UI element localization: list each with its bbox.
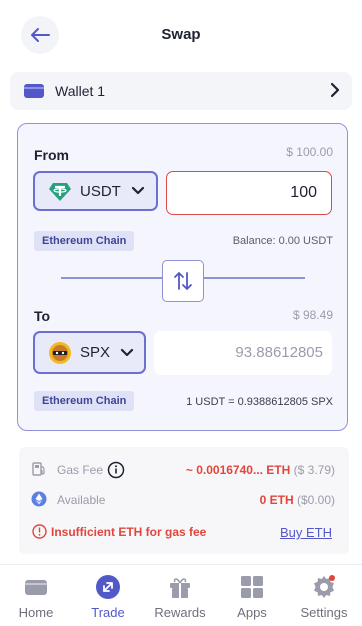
spx-token-icon	[49, 341, 71, 364]
exchange-rate: 1 USDT = 0.9388612805 SPX	[186, 396, 333, 408]
nav-settings-label: Settings	[300, 605, 348, 620]
from-balance: Balance: 0.00 USDT	[232, 235, 333, 247]
nav-home[interactable]: Home	[0, 565, 72, 626]
chevron-right-icon	[330, 82, 340, 98]
warning-text: Insufficient ETH for gas fee	[51, 525, 207, 539]
bottom-nav: Home Trade Rewards Apps Settings	[0, 564, 362, 626]
wallet-icon	[24, 84, 44, 98]
header: Swap	[0, 0, 362, 70]
info-icon[interactable]	[107, 461, 125, 479]
from-token-selector[interactable]: USDT	[33, 171, 158, 211]
alert-circle-icon	[32, 524, 47, 539]
divider-right	[204, 277, 305, 279]
fees-card: Gas Fee ~ 0.0016740... ETH ($ 3.79) Avai…	[19, 447, 349, 554]
nav-apps[interactable]: Apps	[216, 565, 288, 626]
to-token-name: SPX	[80, 344, 111, 361]
nav-trade-label: Trade	[91, 605, 125, 620]
gas-fee-row: Gas Fee ~ 0.0016740... ETH ($ 3.79)	[19, 460, 349, 480]
to-label: To	[34, 308, 51, 324]
chevron-down-icon	[131, 186, 144, 195]
swap-card: From $ 100.00 USDT 100 Ethereum Chain Ba…	[17, 123, 348, 431]
from-usd-value: $ 100.00	[286, 145, 333, 159]
eth-icon	[31, 491, 47, 507]
nav-rewards-label: Rewards	[154, 605, 206, 620]
swap-arrows-icon	[174, 272, 192, 290]
swap-direction-button[interactable]	[162, 260, 204, 302]
wallet-name: Wallet 1	[55, 83, 106, 99]
nav-home-label: Home	[18, 605, 54, 620]
swap-icon	[96, 575, 120, 599]
page-title: Swap	[161, 26, 201, 43]
grid-icon	[241, 576, 263, 598]
gas-fee-value: ~ 0.0016740... ETH ($ 3.79)	[186, 463, 335, 477]
divider-left	[61, 277, 162, 279]
available-eth: 0 ETH	[259, 493, 294, 507]
gift-icon	[170, 578, 190, 598]
gear-icon	[314, 575, 335, 598]
nav-trade[interactable]: Trade	[72, 565, 144, 626]
chevron-down-icon	[120, 348, 134, 356]
usdt-token-icon	[49, 183, 71, 201]
buy-eth-link[interactable]: Buy ETH	[280, 525, 332, 540]
from-chain-badge: Ethereum Chain	[34, 231, 135, 251]
insufficient-warning: Insufficient ETH for gas fee Buy ETH	[19, 522, 349, 542]
available-label: Available	[57, 493, 106, 507]
to-chain-badge: Ethereum Chain	[34, 391, 135, 411]
available-row: Available 0 ETH ($0.00)	[19, 490, 349, 510]
gas-fee-usd: ($ 3.79)	[293, 463, 335, 477]
gas-fee-label: Gas Fee	[57, 463, 104, 477]
from-token-name: USDT	[80, 182, 121, 200]
wallet-selector[interactable]: Wallet 1	[10, 72, 352, 110]
available-usd: ($0.00)	[296, 493, 335, 507]
to-token-selector[interactable]: SPX	[33, 331, 146, 374]
nav-apps-label: Apps	[237, 605, 267, 620]
from-label: From	[34, 147, 69, 163]
nav-settings[interactable]: Settings	[288, 565, 360, 626]
wallet-icon	[25, 580, 47, 595]
gas-pump-icon	[32, 462, 45, 476]
to-amount-output: 93.88612805	[154, 331, 332, 375]
to-usd-value: $ 98.49	[292, 308, 333, 322]
nav-rewards[interactable]: Rewards	[144, 565, 216, 626]
available-value: 0 ETH ($0.00)	[260, 493, 335, 507]
from-amount-input[interactable]: 100	[166, 171, 332, 215]
gas-fee-eth: ~ 0.0016740... ETH	[185, 463, 291, 477]
